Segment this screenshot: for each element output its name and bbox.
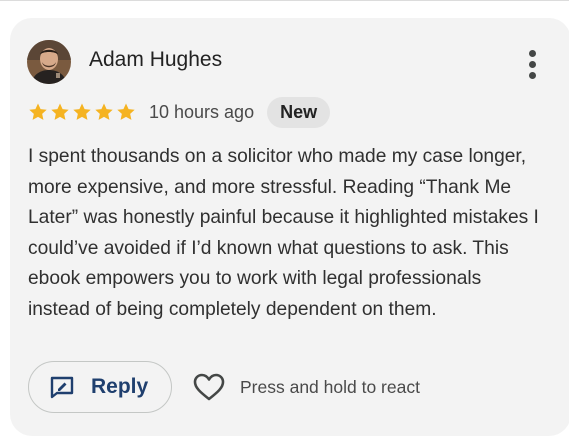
more-vertical-icon-dot [529, 61, 536, 68]
star-icon [29, 103, 47, 120]
heart-outline-icon[interactable] [193, 373, 225, 401]
more-vertical-icon-dot [529, 72, 536, 79]
star-rating [28, 102, 136, 122]
star-icon [51, 103, 69, 120]
review-card: Adam Hughes 10 hours ago New I spent tho… [10, 18, 569, 436]
top-divider [0, 0, 569, 1]
more-options-button[interactable] [521, 46, 545, 82]
review-time: 10 hours ago [149, 101, 255, 122]
reply-label: Reply [91, 375, 149, 398]
new-badge: New [267, 96, 331, 128]
more-vertical-icon [529, 50, 536, 57]
react-hint: Press and hold to react [240, 377, 420, 397]
author-name[interactable]: Adam Hughes [89, 48, 222, 72]
review-text: I spent thousands on a solicitor who mad… [28, 146, 539, 320]
reply-edit-icon [50, 376, 74, 399]
star-icon [95, 103, 113, 120]
user-avatar[interactable] [27, 40, 71, 84]
reply-button[interactable]: Reply [28, 361, 172, 413]
review-meta: 10 hours ago New [28, 96, 331, 128]
star-icon [117, 103, 135, 120]
avatar-photo-icon [27, 40, 71, 84]
star-icon [73, 103, 91, 120]
